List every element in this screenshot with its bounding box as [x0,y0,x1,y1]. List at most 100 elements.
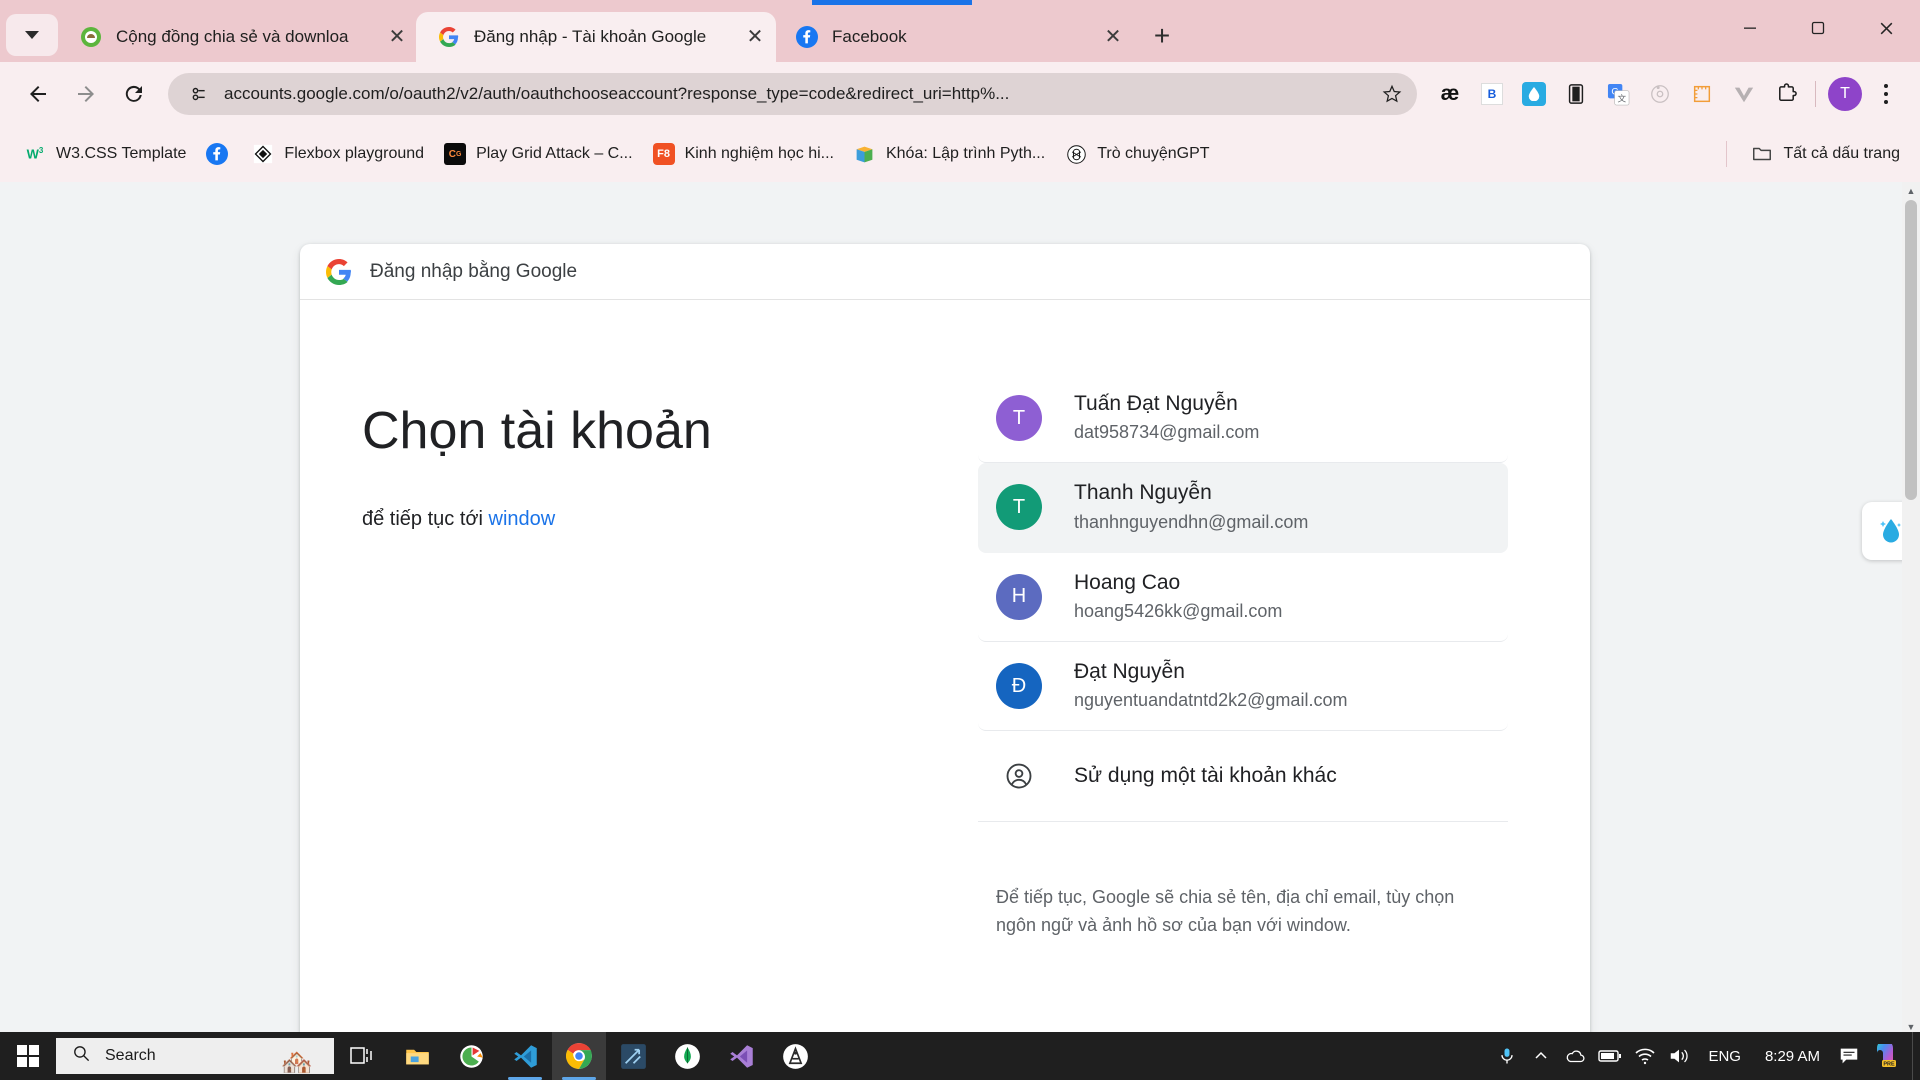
vue-devtools-extension-icon[interactable] [1723,73,1765,115]
google-chrome-icon[interactable] [552,1032,606,1080]
tab-title: Đăng nhập - Tài khoản Google [474,27,707,46]
taskbar-clock[interactable]: 8:29 AM [1753,1048,1832,1065]
account-text: Tuấn Đạt Nguyễn dat958734@gmail.com [1074,390,1259,446]
bookmark-item[interactable]: CG Play Grid Attack – C... [434,136,643,172]
kebab-dot [1884,92,1888,96]
tab-close-button[interactable]: ✕ [1100,24,1126,50]
moodle-book-icon [854,143,876,165]
account-row[interactable]: H Hoang Cao hoang5426kk@gmail.com [978,553,1508,642]
account-row[interactable]: Đ Đạt Nguyễn nguyentuandatntd2k2@gmail.c… [978,642,1508,732]
continue-to-text: để tiếp tục tới window [362,508,882,531]
tab-close-button[interactable]: ✕ [384,24,410,50]
tab-close-button[interactable]: ✕ [742,24,768,50]
scrollbar-thumb[interactable] [1905,200,1917,500]
bookmark-item[interactable] [196,136,242,172]
mongodb-compass-icon[interactable] [660,1032,714,1080]
onedrive-icon[interactable] [1558,1032,1592,1080]
aesthetic-extension-icon[interactable]: æ [1429,73,1471,115]
visual-studio-icon[interactable] [714,1032,768,1080]
bookmark-item[interactable]: F8 Kinh nghiệm học hi... [643,136,844,172]
chatgpt-icon [1065,143,1087,165]
system-tray: ENG 8:29 AM PRE [1490,1032,1920,1080]
copilot-pre-icon[interactable]: PRE [1866,1032,1904,1080]
tab-strip: Cộng đồng chia sẻ và downloa ✕ Đăng nhập… [0,0,1920,62]
ccleaner-icon[interactable] [444,1032,498,1080]
chevron-down-icon [25,31,39,39]
all-bookmarks-button[interactable]: Tất cả dấu trang [1741,136,1910,172]
account-row-selected[interactable]: T Thanh Nguyễn thanhnguyendhn@gmail.com [978,463,1508,553]
browser-tab-active[interactable]: Đăng nhập - Tài khoản Google ✕ [416,12,776,62]
bookmark-label: Play Grid Attack – C... [476,145,633,162]
app-name-link[interactable]: window [489,508,556,530]
privacy-footnote: Để tiếp tục, Google sẽ chia sẻ tên, địa … [996,887,1455,936]
account-row[interactable]: T Tuấn Đạt Nguyễn dat958734@gmail.com [978,374,1508,464]
forward-arrow-icon[interactable] [62,70,110,118]
continue-to-prefix: để tiếp tục tới [362,507,489,530]
w3schools-icon: W3 [26,146,44,162]
bookmark-label: Flexbox playground [284,145,425,162]
folder-icon [1751,143,1773,165]
extensions-puzzle-icon[interactable] [1765,73,1807,115]
address-bar[interactable]: accounts.google.com/o/oauth2/v2/auth/oau… [168,73,1417,115]
ruler-extension-icon[interactable] [1681,73,1723,115]
bookmark-item[interactable]: Flexbox playground [242,136,434,172]
task-view-icon[interactable] [334,1032,390,1080]
volume-icon[interactable] [1662,1032,1696,1080]
bookmark-item[interactable]: W3 W3.CSS Template [14,136,196,172]
avatar: H [996,573,1042,620]
toolbar-divider [1815,81,1816,107]
page-scrollbar[interactable]: ▲ ▼ [1902,182,1920,1032]
vs-code-icon[interactable] [498,1032,552,1080]
bookmark-label: Kinh nghiệm học hi... [684,145,834,162]
signin-card-header: Đăng nhập bằng Google [300,244,1590,300]
kebab-dot [1884,100,1888,104]
notification-center-icon[interactable] [1832,1032,1866,1080]
scroll-up-arrow-icon[interactable]: ▲ [1902,182,1920,200]
account-list: T Tuấn Đạt Nguyễn dat958734@gmail.com T … [882,374,1528,940]
show-desktop-button[interactable] [1912,1032,1920,1080]
window-close-button[interactable] [1852,0,1920,56]
facebook-icon [206,143,229,165]
bookmarks-bar: W3 W3.CSS Template Flexbox playground CG [0,126,1920,182]
google-icon [438,26,460,48]
browser-tab[interactable]: Facebook ✕ [774,12,1134,62]
google-g-logo [326,258,352,285]
taskbar-search-box[interactable]: Search 🏘️ [56,1038,334,1074]
avatar: T [996,484,1042,531]
page-info-icon[interactable] [184,80,212,108]
scroll-down-arrow-icon[interactable]: ▼ [1902,1018,1920,1032]
browser-toolbar: accounts.google.com/o/oauth2/v2/auth/oau… [0,62,1920,126]
loom-extension-icon[interactable] [1639,73,1681,115]
bookmark-item[interactable]: Trò chuyệnGPT [1055,136,1219,172]
scratch-editor-icon[interactable] [606,1032,660,1080]
file-explorer-icon[interactable] [390,1032,444,1080]
dark-reader-extension-icon[interactable] [1555,73,1597,115]
microphone-icon[interactable] [1490,1032,1524,1080]
star-icon[interactable] [1375,77,1409,111]
reload-icon[interactable] [110,70,158,118]
profile-avatar-button[interactable]: T [1824,73,1866,115]
battery-icon[interactable] [1592,1032,1628,1080]
window-maximize-button[interactable] [1784,0,1852,56]
browser-tab[interactable]: Cộng đồng chia sẻ và downloa ✕ [58,12,418,62]
new-tab-button[interactable]: + [1142,16,1182,56]
all-bookmarks-label: Tất cả dấu trang [1783,145,1900,162]
kebab-menu-icon[interactable] [1866,72,1906,116]
back-arrow-icon[interactable] [14,70,62,118]
show-hidden-icons-chevron[interactable] [1524,1032,1558,1080]
bookmarks-divider [1726,141,1728,167]
window-minimize-button[interactable] [1716,0,1784,56]
android-studio-icon[interactable] [768,1032,822,1080]
windows-start-icon[interactable] [0,1032,56,1080]
use-another-account-row[interactable]: Sử dụng một tài khoản khác [978,731,1508,823]
wifi-icon[interactable] [1628,1032,1662,1080]
google-translate-extension-icon[interactable]: G 文 [1597,73,1639,115]
tab-search-button[interactable] [6,14,58,56]
page-viewport: Đăng nhập bằng Google Chọn tài khoản để … [0,182,1920,1032]
bitwarden-extension-icon[interactable]: B [1471,73,1513,115]
language-indicator[interactable]: ENG [1696,1048,1753,1065]
water-drop-extension-icon[interactable] [1513,73,1555,115]
avatar: Đ [996,663,1042,710]
google-signin-card: Đăng nhập bằng Google Chọn tài khoản để … [300,244,1590,1032]
bookmark-item[interactable]: Khóa: Lập trình Pyth... [844,136,1055,172]
